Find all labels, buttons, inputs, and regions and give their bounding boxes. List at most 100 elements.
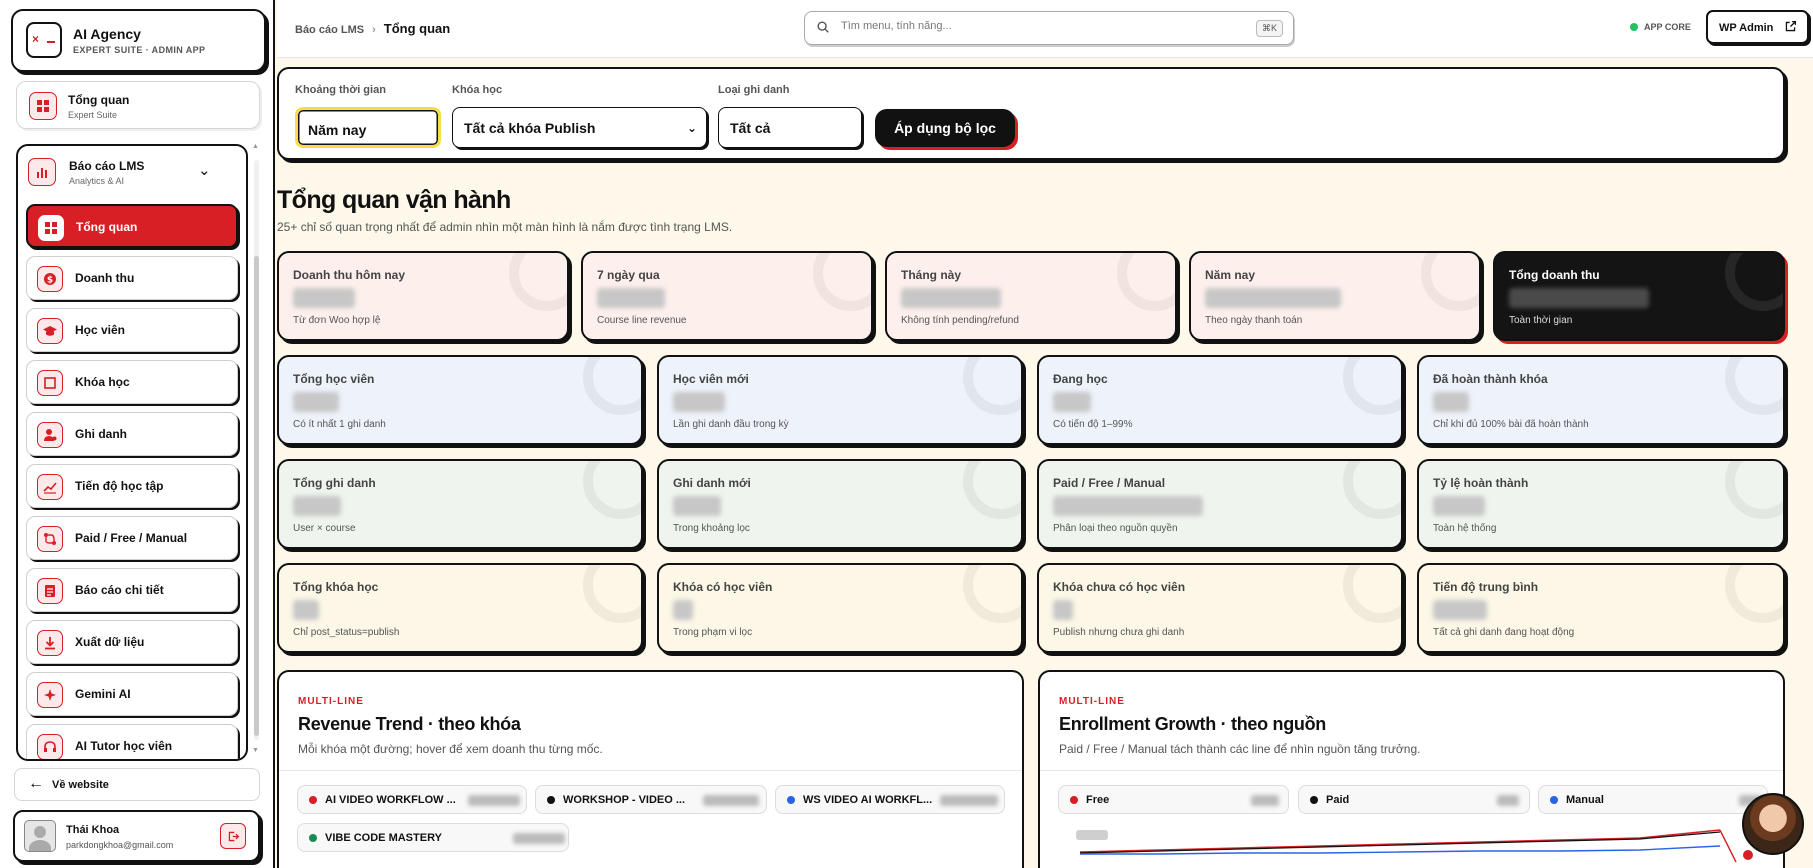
- stat-subtitle: Toàn thời gian: [1509, 315, 1573, 326]
- sidebar-item-progress[interactable]: Tiến độ học tập: [26, 464, 238, 508]
- logout-button[interactable]: [220, 823, 246, 849]
- sidebar-item-overview[interactable]: Tổng quan: [26, 204, 238, 248]
- user-card[interactable]: Thái Khoa parkdongkhoa@gmail.com: [13, 810, 260, 862]
- stat-title: Doanh thu hôm nay: [293, 268, 405, 282]
- sidebar-scrollbar-thumb[interactable]: [254, 256, 259, 736]
- lms-report-section-header[interactable]: Báo cáo LMS Analytics & AI ⌄: [18, 146, 246, 196]
- wp-admin-button[interactable]: WP Admin: [1706, 10, 1809, 44]
- sidebar-item-export[interactable]: Xuất dữ liệu: [26, 620, 238, 664]
- stat-title: Tỷ lệ hoàn thành: [1433, 476, 1529, 490]
- legend-dot-icon: [309, 834, 317, 842]
- stat-value-redacted: [1433, 392, 1469, 412]
- stat-card-completion-rate[interactable]: Tỷ lệ hoàn thành Toàn hệ thống: [1417, 459, 1785, 549]
- stat-card-courses-without-students[interactable]: Khóa chưa có học viên Publish nhưng chưa…: [1037, 563, 1403, 653]
- sidebar-item-enrollments[interactable]: Ghi danh: [26, 412, 238, 456]
- stat-card-new-students[interactable]: Học viên mới Lần ghi danh đầu trong kỳ: [657, 355, 1023, 445]
- square-icon: [37, 370, 63, 396]
- stat-value-redacted: [1433, 496, 1485, 516]
- scroll-down-arrow-icon[interactable]: ▼: [252, 747, 259, 754]
- stat-value-redacted: [293, 600, 319, 620]
- ai-assistant-avatar-button[interactable]: [1742, 793, 1804, 855]
- stat-card-completed[interactable]: Đã hoàn thành khóa Chỉ khi đủ 100% bài đ…: [1417, 355, 1785, 445]
- stat-card-average-progress[interactable]: Tiến độ trung bình Tất cả ghi danh đang …: [1417, 563, 1785, 653]
- stat-value-redacted: [293, 288, 355, 308]
- stat-card-revenue-month[interactable]: Tháng này Không tính pending/refund: [885, 251, 1177, 341]
- stat-value-redacted: [1053, 600, 1073, 620]
- stat-card-revenue-total[interactable]: Tổng doanh thu Toàn thời gian: [1493, 251, 1785, 341]
- stat-card-courses-with-students[interactable]: Khóa có học viên Trong phạm vi lọc: [657, 563, 1023, 653]
- stat-card-revenue-7days[interactable]: 7 ngày qua Course line revenue: [581, 251, 873, 341]
- search-box[interactable]: ⌘K: [804, 11, 1294, 45]
- stat-card-revenue-year[interactable]: Năm nay Theo ngày thanh toán: [1189, 251, 1481, 341]
- legend-dot-icon: [1070, 796, 1078, 804]
- arrow-left-icon: ←: [28, 775, 44, 792]
- panel-subtitle: Paid / Free / Manual tách thành các line…: [1059, 742, 1421, 756]
- stat-card-total-enrollments[interactable]: Tổng ghi danh User × course: [277, 459, 643, 549]
- stat-title: Năm nay: [1205, 268, 1256, 282]
- breadcrumb-parent[interactable]: Báo cáo LMS: [295, 24, 364, 36]
- legend-chip[interactable]: VIBE CODE MASTERY: [297, 823, 569, 852]
- panel-title: Revenue Trend · theo khóa: [298, 714, 521, 734]
- sidebar-item-label: Doanh thu: [75, 271, 135, 285]
- chevron-down-icon[interactable]: ⌄: [198, 161, 211, 179]
- sidebar-item-gemini-ai[interactable]: Gemini AI: [26, 672, 238, 716]
- back-to-website-link[interactable]: ← Về website: [14, 768, 260, 801]
- stat-title: Tiến độ trung bình: [1433, 580, 1539, 594]
- stat-card-in-progress[interactable]: Đang học Có tiến độ 1–99%: [1037, 355, 1403, 445]
- panel-kicker: MULTI-LINE: [1059, 696, 1125, 707]
- stat-subtitle: Publish nhưng chưa ghi danh: [1053, 627, 1185, 638]
- legend-chip[interactable]: Paid: [1298, 785, 1530, 814]
- decorative-ring-icon: [509, 253, 567, 311]
- legend-chip[interactable]: WS VIDEO AI WORKFL...: [775, 785, 1005, 814]
- legend-dot-icon: [309, 796, 317, 804]
- page-subtitle: 25+ chỉ số quan trọng nhất để admin nhìn…: [277, 220, 733, 234]
- decorative-ring-icon: [1343, 357, 1401, 415]
- status-dot-icon: [1630, 23, 1638, 31]
- stat-card-paid-free-manual[interactable]: Paid / Free / Manual Phân loại theo nguồ…: [1037, 459, 1403, 549]
- apply-filter-button[interactable]: Áp dụng bộ lọc: [875, 109, 1015, 147]
- stat-subtitle: Chỉ khi đủ 100% bài đã hoàn thành: [1433, 419, 1589, 430]
- stat-title: Tháng này: [901, 268, 962, 282]
- lms-report-section: Báo cáo LMS Analytics & AI ⌄ Tổng quan $…: [16, 144, 248, 761]
- sidebar-item-label: Tiến độ học tập: [75, 479, 164, 493]
- legend-chip[interactable]: AI VIDEO WORKFLOW ...: [297, 785, 527, 814]
- sidebar-item-detail-report[interactable]: Báo cáo chi tiết: [26, 568, 238, 612]
- course-select[interactable]: Tất cả khóa Publish ⌄: [452, 107, 707, 148]
- stat-subtitle: Có ít nhất 1 ghi danh: [293, 419, 386, 430]
- axis-label-redacted: [1076, 830, 1108, 840]
- sidebar-item-label: Khóa học: [75, 375, 130, 389]
- course-value: Tất cả khóa Publish: [464, 120, 596, 136]
- stat-card-total-students[interactable]: Tổng học viên Có ít nhất 1 ghi danh: [277, 355, 643, 445]
- stat-title: Đang học: [1053, 372, 1108, 386]
- legend-value-redacted: [703, 795, 759, 806]
- decorative-ring-icon: [583, 461, 641, 519]
- period-input[interactable]: Năm nay: [295, 107, 441, 148]
- enrollment-type-input[interactable]: Tất cả: [718, 107, 862, 148]
- decorative-ring-icon: [1725, 461, 1783, 519]
- sidebar-item-revenue[interactable]: $ Doanh thu: [26, 256, 238, 300]
- legend-chip[interactable]: WORKSHOP - VIDEO ...: [535, 785, 767, 814]
- legend-chip[interactable]: Manual: [1538, 785, 1768, 814]
- stat-subtitle: Tất cả ghi danh đang hoạt động: [1433, 627, 1575, 638]
- grid-icon: [38, 215, 64, 241]
- sidebar-item-ai-tutor[interactable]: AI Tutor học viên: [26, 724, 238, 759]
- bar-chart-icon: [28, 158, 56, 186]
- scroll-up-arrow-icon[interactable]: ▲: [252, 143, 259, 150]
- sidebar-item-courses[interactable]: Khóa học: [26, 360, 238, 404]
- stat-card-new-enrollments[interactable]: Ghi danh mới Trong khoảng lọc: [657, 459, 1023, 549]
- stat-value-redacted: [293, 392, 339, 412]
- period-label: Khoảng thời gian: [295, 84, 386, 96]
- stat-card-total-courses[interactable]: Tổng khóa học Chỉ post_status=publish: [277, 563, 643, 653]
- brand-logo-icon: [26, 22, 62, 58]
- decorative-ring-icon: [1421, 253, 1479, 311]
- brand-card[interactable]: AI Agency EXPERT SUITE · ADMIN APP: [11, 9, 266, 72]
- nav-overview-top[interactable]: Tổng quan Expert Suite: [16, 81, 260, 129]
- stat-card-revenue-today[interactable]: Doanh thu hôm nay Từ đơn Woo hợp lệ: [277, 251, 569, 341]
- search-input[interactable]: [841, 20, 1201, 32]
- decorative-ring-icon: [1725, 253, 1783, 311]
- stat-subtitle: Trong khoảng lọc: [673, 523, 750, 534]
- legend-chip[interactable]: Free: [1058, 785, 1289, 814]
- series-free-tail: [1719, 829, 1737, 863]
- sidebar-item-students[interactable]: Học viên: [26, 308, 238, 352]
- sidebar-item-paid-free-manual[interactable]: Paid / Free / Manual: [26, 516, 238, 560]
